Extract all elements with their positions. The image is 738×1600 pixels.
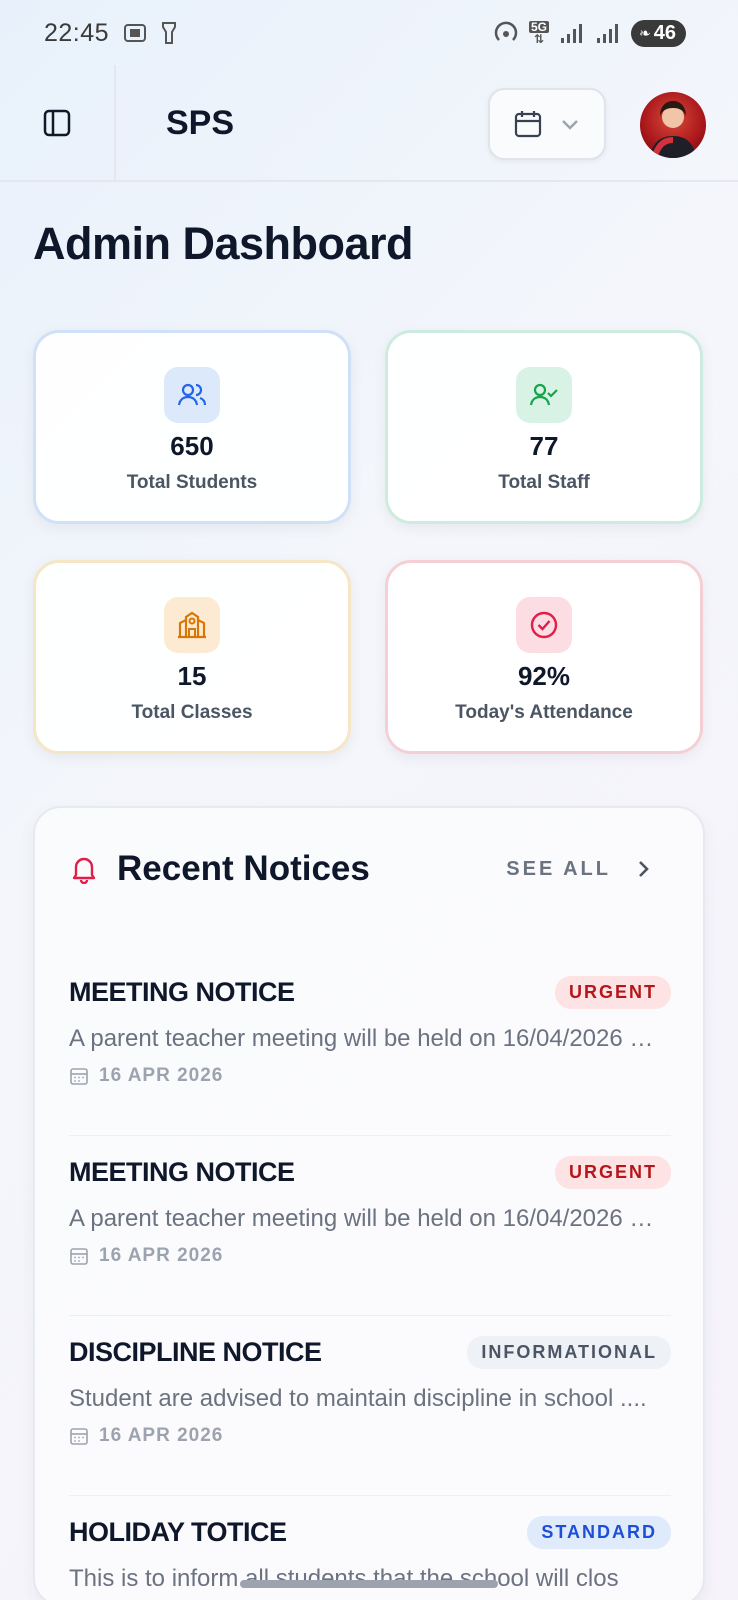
stat-label: Total Students — [126, 472, 258, 493]
notice-title: MEETING NOTICE — [69, 1157, 295, 1187]
signal-icon-2 — [595, 22, 621, 44]
priority-badge: URGENT — [555, 976, 671, 1009]
notice-title-row: HOLIDAY TOTICE STANDARD — [69, 1516, 671, 1549]
notice-title: HOLIDAY TOTICE — [69, 1517, 287, 1547]
notices-title: Recent Notices — [117, 849, 370, 888]
status-bar: 22:45 5G ⇅ ❧ 46 — [0, 0, 738, 66]
sidebar-icon — [43, 109, 71, 137]
stat-value: 650 — [170, 431, 214, 461]
school-icon — [164, 597, 220, 653]
notice-body: A parent teacher meeting will be held on… — [69, 1205, 654, 1232]
notice-date-text: 16 APR 2026 — [99, 1245, 224, 1266]
network-type-icon: 5G ⇅ — [529, 21, 550, 46]
recent-notices-panel: Recent Notices SEE ALL MEETING NOTICE UR… — [33, 806, 705, 1600]
battery-saver-icon: ❧ — [639, 24, 651, 41]
notice-date-text: 16 APR 2026 — [99, 1425, 224, 1446]
status-left: 22:45 — [44, 19, 177, 48]
home-indicator[interactable] — [240, 1580, 498, 1588]
data-arrows-icon: ⇅ — [533, 32, 545, 46]
hotspot-icon — [493, 21, 519, 45]
notice-item[interactable]: MEETING NOTICE URGENT A parent teacher m… — [69, 976, 671, 1136]
notice-title: DISCIPLINE NOTICE — [69, 1337, 322, 1367]
app-title: SPS — [166, 103, 235, 142]
see-all-link[interactable]: SEE ALL — [506, 858, 653, 881]
notice-date-text: 16 APR 2026 — [99, 1065, 224, 1086]
calendar-small-icon — [70, 1248, 88, 1265]
flashlight-icon — [161, 21, 177, 45]
status-right: 5G ⇅ ❧ 46 — [493, 19, 686, 47]
status-time: 22:45 — [44, 18, 110, 47]
calendar-small-icon — [70, 1428, 88, 1445]
priority-badge: INFORMATIONAL — [467, 1336, 671, 1369]
notice-body: This is to inform all students that the … — [69, 1565, 619, 1592]
check-circle-icon — [516, 597, 572, 653]
chevron-down-icon — [562, 120, 578, 130]
stat-card-staff[interactable]: 77 Total Staff — [385, 330, 703, 524]
stat-label: Today's Attendance — [455, 702, 633, 723]
notice-title-row: DISCIPLINE NOTICE INFORMATIONAL — [69, 1336, 671, 1369]
bell-icon — [72, 857, 96, 884]
notice-item[interactable]: MEETING NOTICE URGENT A parent teacher m… — [69, 1156, 671, 1316]
user-check-icon — [516, 367, 572, 423]
chevron-right-icon — [639, 861, 649, 877]
notice-title-row: MEETING NOTICE URGENT — [69, 976, 671, 1009]
calendar-small-icon — [70, 1068, 88, 1085]
battery-level: 46 — [653, 21, 676, 44]
notice-item[interactable]: DISCIPLINE NOTICE INFORMATIONAL Student … — [69, 1336, 671, 1496]
notice-body: A parent teacher meeting will be held on… — [69, 1025, 654, 1052]
signal-icon — [559, 22, 585, 44]
calendar-icon — [514, 111, 542, 138]
notice-title: MEETING NOTICE — [69, 977, 295, 1007]
users-icon — [164, 367, 220, 423]
sidebar-toggle-button[interactable] — [0, 65, 116, 181]
battery-indicator: ❧ 46 — [631, 19, 686, 47]
stat-card-students[interactable]: 650 Total Students — [33, 330, 351, 524]
stat-label: Total Staff — [498, 472, 590, 493]
avatar-image — [650, 101, 696, 158]
stat-card-classes[interactable]: 15 Total Classes — [33, 560, 351, 754]
notices-header: Recent Notices SEE ALL — [69, 844, 653, 894]
app-header: SPS — [0, 65, 738, 182]
calendar-dropdown[interactable] — [488, 88, 606, 160]
notice-body: Student are advised to maintain discipli… — [69, 1385, 647, 1412]
notice-date: 16 APR 2026 — [69, 1065, 671, 1087]
priority-badge: URGENT — [555, 1156, 671, 1189]
screenshot-icon — [123, 22, 147, 44]
stat-label: Total Classes — [131, 702, 253, 723]
stat-card-attendance[interactable]: 92% Today's Attendance — [385, 560, 703, 754]
avatar[interactable] — [640, 92, 706, 158]
stat-value: 92% — [517, 661, 571, 691]
stat-value: 77 — [529, 431, 559, 461]
page-title: Admin Dashboard — [33, 218, 414, 269]
notice-date: 16 APR 2026 — [69, 1425, 671, 1447]
see-all-label: SEE ALL — [506, 857, 611, 880]
stat-value: 15 — [177, 661, 207, 691]
notice-date: 16 APR 2026 — [69, 1245, 671, 1267]
priority-badge: STANDARD — [527, 1516, 671, 1549]
notice-title-row: MEETING NOTICE URGENT — [69, 1156, 671, 1189]
